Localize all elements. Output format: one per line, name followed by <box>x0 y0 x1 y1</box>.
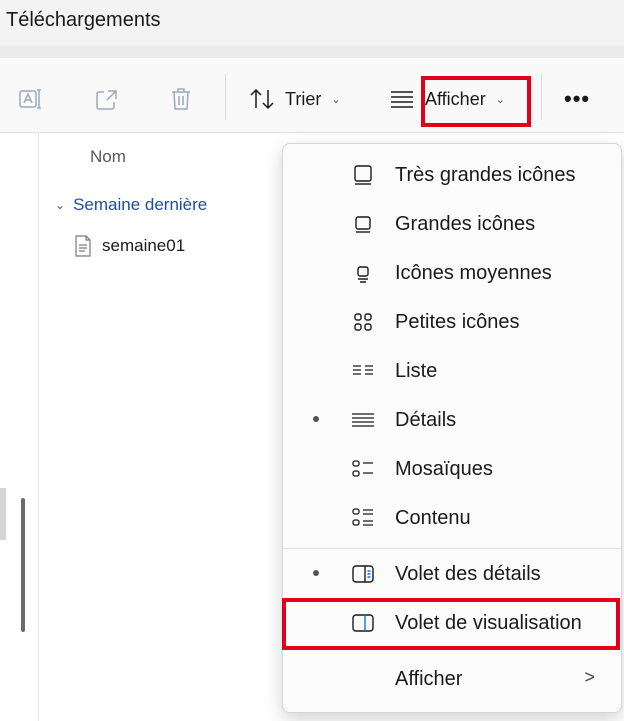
group-header[interactable]: ⌄ Semaine dernière <box>55 195 207 215</box>
scrollbar-thumb[interactable] <box>21 498 25 632</box>
more-options-button[interactable]: ••• <box>564 80 590 118</box>
toolbar-divider <box>225 74 226 120</box>
menu-item-extra-large-icons[interactable]: Très grandes icônes <box>283 150 621 199</box>
view-button[interactable]: Afficher ⌄ <box>389 80 505 118</box>
chevron-down-icon: ⌄ <box>55 198 66 212</box>
navigation-pane <box>0 133 39 721</box>
details-icon <box>351 408 375 432</box>
menu-item-label: Détails <box>395 409 457 431</box>
menu-item-content[interactable]: Contenu <box>283 493 621 542</box>
menu-item-label: Volet des détails <box>395 563 541 585</box>
more-icon: ••• <box>564 86 591 111</box>
chevron-down-icon: ⌄ <box>331 93 341 106</box>
pane-edge <box>0 488 6 540</box>
menu-item-label: Très grandes icônes <box>395 164 576 186</box>
file-row[interactable]: semaine01 <box>74 235 185 257</box>
sort-label: Trier <box>285 88 322 109</box>
menu-item-medium-icons[interactable]: Icônes moyennes <box>283 248 621 297</box>
chevron-down-icon: ⌄ <box>495 93 505 106</box>
medium-icons-icon <box>351 261 375 285</box>
menu-item-details[interactable]: Détails <box>283 395 621 444</box>
menu-item-label: Liste <box>395 360 438 382</box>
document-icon <box>75 235 91 257</box>
file-name: semaine01 <box>102 236 186 255</box>
small-icons-icon <box>351 310 375 334</box>
menu-item-label: Mosaïques <box>395 458 493 480</box>
menu-item-label: Petites icônes <box>395 311 520 333</box>
view-menu: Très grandes icônes Grandes icônes Icône… <box>282 143 622 713</box>
menu-item-label: Contenu <box>395 507 471 529</box>
extra-large-icons-icon <box>351 163 375 187</box>
menu-item-label: Icônes moyennes <box>395 262 552 284</box>
content-icon <box>351 506 375 530</box>
trash-icon[interactable] <box>168 86 194 112</box>
rename-icon[interactable] <box>18 86 44 112</box>
title-bar: Téléchargements <box>0 0 624 46</box>
details-pane-icon <box>351 562 375 586</box>
menu-item-details-pane[interactable]: Volet des détails <box>283 549 621 598</box>
view-label: Afficher <box>425 88 486 109</box>
sort-button[interactable]: Trier ⌄ <box>249 80 341 118</box>
menu-item-small-icons[interactable]: Petites icônes <box>283 297 621 346</box>
sort-icon <box>249 86 275 112</box>
menu-item-label: Grandes icônes <box>395 213 536 235</box>
menu-item-preview-pane[interactable]: Volet de visualisation <box>283 598 621 647</box>
window-title: Téléchargements <box>6 9 161 31</box>
tiles-icon <box>351 457 375 481</box>
selected-bullet-icon <box>313 570 319 576</box>
menu-item-large-icons[interactable]: Grandes icônes <box>283 199 621 248</box>
column-header-name[interactable]: Nom <box>90 147 126 167</box>
chevron-right-icon: > <box>584 667 595 687</box>
title-separator <box>0 46 624 58</box>
menu-item-label: Volet de visualisation <box>395 612 582 634</box>
preview-pane-icon <box>351 611 375 635</box>
toolbar-divider <box>541 74 542 120</box>
menu-item-show-submenu[interactable]: Afficher > <box>283 654 621 703</box>
details-view-icon <box>389 86 415 112</box>
menu-item-list[interactable]: Liste <box>283 346 621 395</box>
selected-bullet-icon <box>313 416 319 422</box>
menu-item-tiles[interactable]: Mosaïques <box>283 444 621 493</box>
menu-item-label: Afficher <box>395 668 463 690</box>
group-label: Semaine dernière <box>73 195 208 214</box>
list-icon <box>351 359 375 383</box>
share-icon[interactable] <box>94 86 120 112</box>
large-icons-icon <box>351 212 375 236</box>
